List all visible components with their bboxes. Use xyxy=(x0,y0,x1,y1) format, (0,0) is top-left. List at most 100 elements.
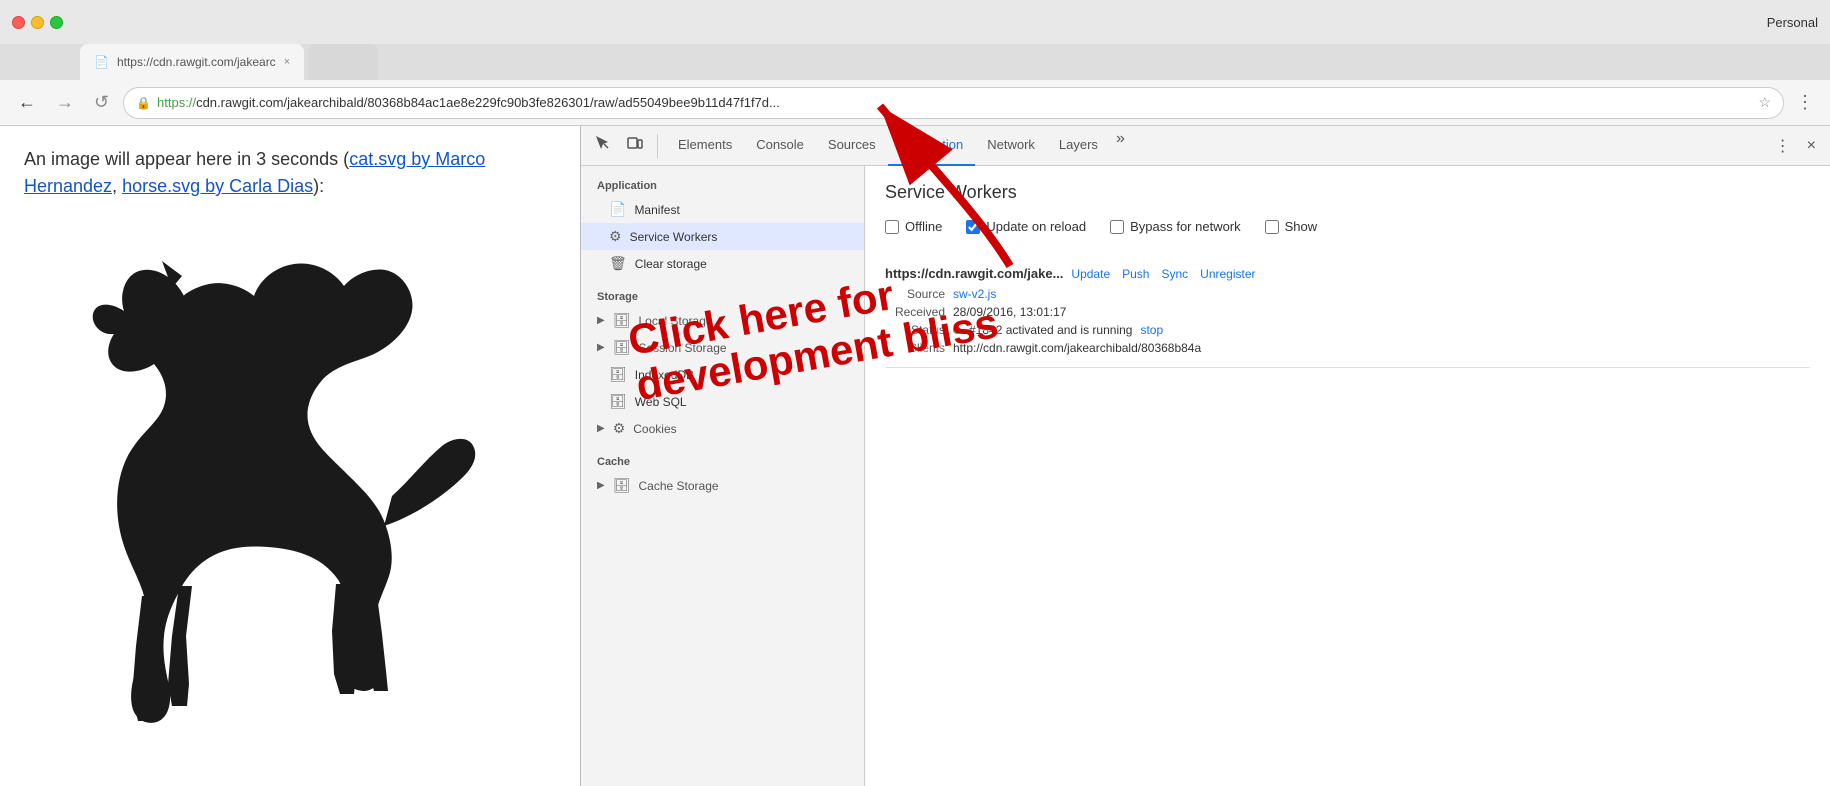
sw-source-label: Source xyxy=(885,287,945,301)
sw-status-dot xyxy=(953,326,961,334)
page-text-after: ): xyxy=(313,176,324,196)
clear-storage-icon: 🗑 xyxy=(609,255,627,272)
cache-storage-arrow: ▶ xyxy=(597,480,605,491)
devtools-tabs: Elements Console Sources Application Net… xyxy=(666,126,1765,166)
devtools-body: Application 📄 Manifest ⚙ Service Workers… xyxy=(581,166,1830,786)
close-button[interactable] xyxy=(12,16,25,29)
offline-checkbox[interactable] xyxy=(885,220,899,234)
update-on-reload-checkbox[interactable] xyxy=(966,220,980,234)
lock-icon: 🔒 xyxy=(136,96,151,110)
bypass-for-network-option[interactable]: Bypass for network xyxy=(1110,219,1241,234)
sidebar-manifest[interactable]: 📄 Manifest xyxy=(581,196,864,223)
devtools-main-panel: Service Workers Offline Update on reload xyxy=(865,166,1830,786)
bookmark-icon[interactable]: ☆ xyxy=(1758,94,1771,111)
address-domain: cdn.rawgit.com xyxy=(196,95,283,110)
cache-storage-icon: 🗄 xyxy=(613,477,631,494)
sw-source-link[interactable]: sw-v2.js xyxy=(953,287,996,301)
title-bar: Personal xyxy=(0,0,1830,44)
storage-heading: Storage xyxy=(581,285,864,307)
session-storage-icon: 🗄 xyxy=(613,339,631,356)
show-label: Show xyxy=(1285,219,1318,234)
manifest-label: Manifest xyxy=(634,203,679,217)
devtools-close-button[interactable]: × xyxy=(1801,133,1822,159)
sw-sync-action[interactable]: Sync xyxy=(1161,267,1188,281)
show-option[interactable]: Show xyxy=(1265,219,1318,234)
tab-sources[interactable]: Sources xyxy=(816,126,888,166)
indexeddb-icon: 🗄 xyxy=(609,366,627,383)
local-storage-icon: 🗄 xyxy=(613,312,631,329)
show-checkbox[interactable] xyxy=(1265,220,1279,234)
cookies-icon: ⚙ xyxy=(613,420,626,437)
cache-heading: Cache xyxy=(581,450,864,472)
sw-status-label: Status xyxy=(885,323,945,337)
sidebar-session-storage[interactable]: ▶ 🗄 Session Storage xyxy=(581,334,864,361)
sidebar-web-sql[interactable]: 🗄 Web SQL xyxy=(581,388,864,415)
offline-option[interactable]: Offline xyxy=(885,219,942,234)
tab-elements[interactable]: Elements xyxy=(666,126,744,166)
devtools-right-actions: ⋮ × xyxy=(1769,132,1822,160)
service-workers-icon: ⚙ xyxy=(609,228,622,245)
sw-received-label: Received xyxy=(885,305,945,319)
cookies-arrow: ▶ xyxy=(597,423,605,434)
toolbar-separator xyxy=(657,134,658,158)
update-on-reload-option[interactable]: Update on reload xyxy=(966,219,1086,234)
manifest-icon: 📄 xyxy=(609,201,626,218)
maximize-button[interactable] xyxy=(50,16,63,29)
service-workers-title: Service Workers xyxy=(885,182,1810,203)
address-https: https:// xyxy=(157,95,196,110)
cache-storage-label: Cache Storage xyxy=(638,479,718,493)
minimize-button[interactable] xyxy=(31,16,44,29)
bypass-for-network-checkbox[interactable] xyxy=(1110,220,1124,234)
more-tabs-button[interactable]: » xyxy=(1110,126,1131,166)
new-tab-button[interactable] xyxy=(308,44,378,80)
sw-push-action[interactable]: Push xyxy=(1122,267,1149,281)
devtools-sidebar: Application 📄 Manifest ⚙ Service Workers… xyxy=(581,166,865,786)
sw-received-value: 28/09/2016, 13:01:17 xyxy=(953,305,1066,319)
sw-unregister-action[interactable]: Unregister xyxy=(1200,267,1255,281)
address-path: /jakearchibald/80368b84ac1ae8e229fc90b3f… xyxy=(284,95,780,110)
nav-menu-button[interactable]: ⋮ xyxy=(1792,88,1818,117)
page-content: An image will appear here in 3 seconds (… xyxy=(0,126,580,786)
forward-button[interactable]: → xyxy=(50,88,80,117)
sw-entry-actions: Update Push Sync Unregister xyxy=(1071,267,1255,281)
sw-status-value: #1842 activated and is running xyxy=(969,323,1132,337)
tab-url: https://cdn.rawgit.com/jakearc xyxy=(117,55,276,69)
clear-storage-label: Clear storage xyxy=(635,257,707,271)
inspect-element-button[interactable] xyxy=(589,131,617,160)
sw-update-action[interactable]: Update xyxy=(1071,267,1110,281)
sidebar-clear-storage[interactable]: 🗑 Clear storage xyxy=(581,250,864,277)
application-section: Application 📄 Manifest ⚙ Service Workers… xyxy=(581,174,864,277)
tab-layers[interactable]: Layers xyxy=(1047,126,1110,166)
sw-clients-row: Clients http://cdn.rawgit.com/jakearchib… xyxy=(885,341,1810,355)
tab-console[interactable]: Console xyxy=(744,126,816,166)
address-bar[interactable]: 🔒 https://cdn.rawgit.com/jakearchibald/8… xyxy=(123,87,1784,119)
sw-options: Offline Update on reload Bypass for netw… xyxy=(885,219,1810,234)
sidebar-service-workers[interactable]: ⚙ Service Workers xyxy=(581,223,864,250)
cache-section: Cache ▶ 🗄 Cache Storage xyxy=(581,450,864,499)
main-content: An image will appear here in 3 seconds (… xyxy=(0,126,1830,786)
device-toolbar-button[interactable] xyxy=(621,131,649,160)
nav-bar: ← → ↺ 🔒 https://cdn.rawgit.com/jakearchi… xyxy=(0,80,1830,126)
sw-stop-action[interactable]: stop xyxy=(1140,323,1163,337)
back-button[interactable]: ← xyxy=(12,88,42,117)
horse-svg-link[interactable]: horse.svg by Carla Dias xyxy=(122,176,313,196)
page-text: An image will appear here in 3 seconds (… xyxy=(24,146,556,200)
tab-application[interactable]: Application xyxy=(888,126,976,166)
active-tab[interactable]: 📄 https://cdn.rawgit.com/jakearc × xyxy=(80,44,304,80)
sw-entry-header: http​​s://cdn.rawgit.com/jake... Update … xyxy=(885,266,1810,281)
refresh-button[interactable]: ↺ xyxy=(88,88,115,117)
sw-status-row: Status #1842 activated and is running st… xyxy=(885,323,1810,337)
application-heading: Application xyxy=(581,174,864,196)
sidebar-local-storage[interactable]: ▶ 🗄 Local Storage xyxy=(581,307,864,334)
devtools-menu-button[interactable]: ⋮ xyxy=(1769,132,1797,160)
local-storage-arrow: ▶ xyxy=(597,315,605,326)
sidebar-indexeddb[interactable]: 🗄 IndexedDB xyxy=(581,361,864,388)
sidebar-cache-storage[interactable]: ▶ 🗄 Cache Storage xyxy=(581,472,864,499)
bypass-for-network-label: Bypass for network xyxy=(1130,219,1241,234)
storage-section: Storage ▶ 🗄 Local Storage ▶ 🗄 Session St… xyxy=(581,285,864,442)
tab-close-button[interactable]: × xyxy=(284,56,290,68)
web-sql-label: Web SQL xyxy=(635,395,687,409)
session-storage-arrow: ▶ xyxy=(597,342,605,353)
sidebar-cookies[interactable]: ▶ ⚙ Cookies xyxy=(581,415,864,442)
tab-network[interactable]: Network xyxy=(975,126,1047,166)
